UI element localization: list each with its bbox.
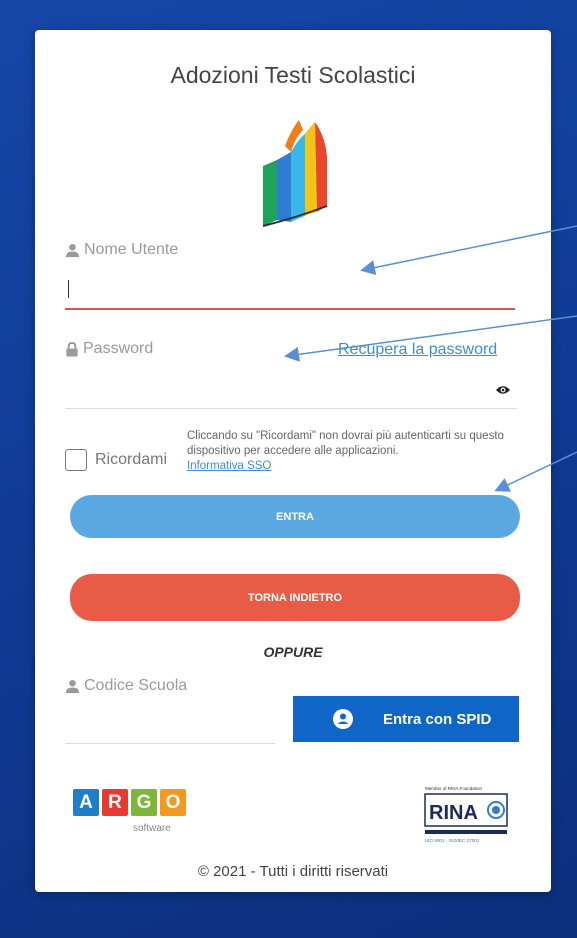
footer-copyright: © 2021 - Tutti i diritti riservati <box>197 863 389 880</box>
lock-icon <box>66 341 78 357</box>
spid-user-icon <box>333 709 353 729</box>
username-label: Nome Utente <box>65 241 178 259</box>
login-card: Adozioni Testi Scolastici Nome Utente Pa… <box>35 30 551 892</box>
remember-note-text: Cliccando su "Ricordami" non dovrai più … <box>187 430 504 457</box>
eye-icon[interactable] <box>496 385 510 395</box>
rina-certification-logo: Member of RINA Foundation RINA ISO 9001 … <box>424 786 508 843</box>
rina-top-text: Member of RINA Foundation <box>425 786 483 791</box>
rina-brand: RINA <box>429 802 478 824</box>
school-code-label: Codice Scuola <box>65 677 187 695</box>
school-code-input[interactable] <box>65 706 273 742</box>
password-label-text: Password <box>83 340 154 357</box>
spid-label: Entra con SPID <box>383 710 492 728</box>
argo-letter: R <box>102 789 128 816</box>
text-cursor <box>68 280 69 298</box>
username-underline <box>65 308 515 310</box>
argo-letter: O <box>160 789 186 816</box>
remember-checkbox[interactable] <box>65 449 87 471</box>
sso-info-link[interactable]: Informativa SSO <box>187 460 271 472</box>
username-input[interactable] <box>65 273 515 309</box>
argo-subtitle: software <box>133 823 171 834</box>
argo-letter: G <box>131 789 157 816</box>
remember-note: Cliccando su "Ricordami" non dovrai più … <box>187 429 522 474</box>
rina-bottom-text: ISO 9001 - ISO/IEC 27001 <box>425 838 480 843</box>
remember-label[interactable]: Ricordami <box>95 451 167 469</box>
password-underline <box>65 408 517 409</box>
spid-login-button[interactable]: Entra con SPID <box>293 696 519 742</box>
password-label: Password <box>65 340 153 358</box>
back-button[interactable]: TORNA INDIETRO <box>70 574 520 621</box>
user-icon <box>65 243 80 257</box>
recover-password-link[interactable]: Recupera la password <box>338 341 497 359</box>
username-label-text: Nome Utente <box>84 241 179 258</box>
argo-logo: A R G O <box>73 789 186 816</box>
school-code-underline <box>65 743 275 744</box>
or-separator: OPPURE <box>263 644 323 660</box>
login-button[interactable]: ENTRA <box>70 495 520 538</box>
password-input[interactable] <box>65 370 485 406</box>
user-icon <box>65 679 80 693</box>
argo-letter: A <box>73 789 99 816</box>
school-code-label-text: Codice Scuola <box>84 677 188 694</box>
page-title: Adozioni Testi Scolastici <box>170 62 416 88</box>
books-logo-icon <box>262 120 328 227</box>
